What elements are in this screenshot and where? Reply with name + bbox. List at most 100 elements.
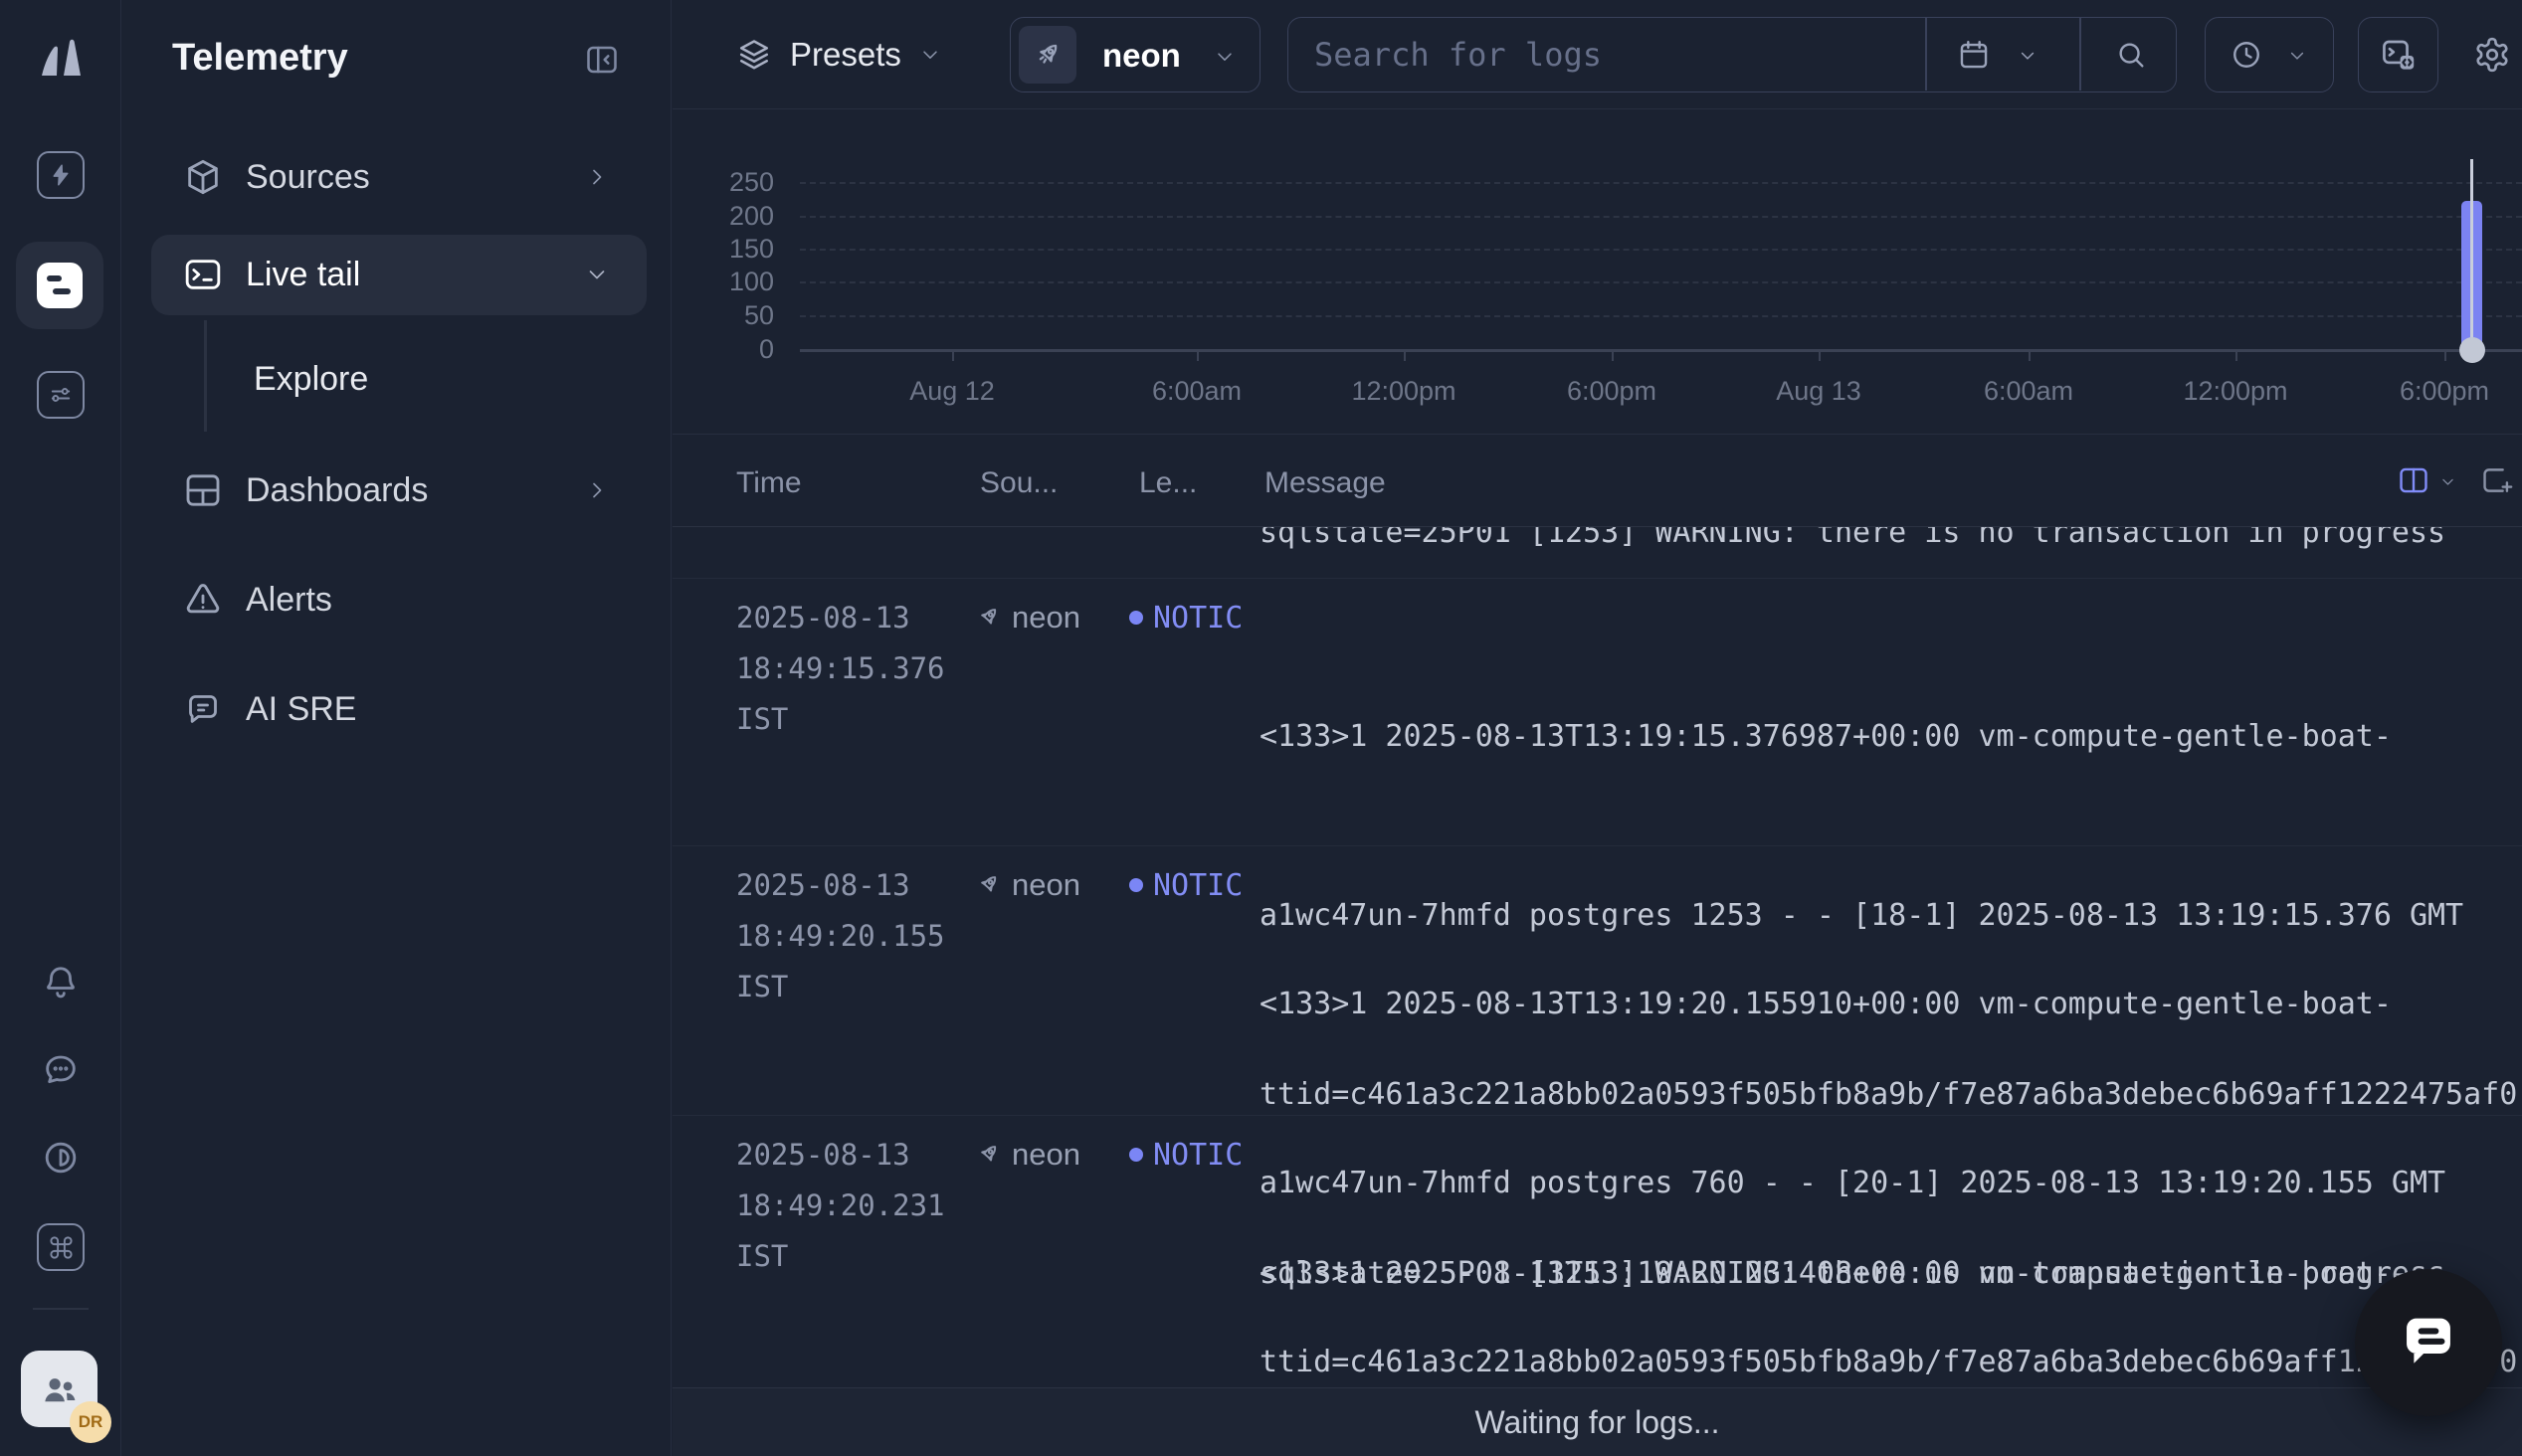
live-cursor-line [2470,159,2473,351]
api-query-button[interactable] [2358,17,2438,92]
sidebar-item-label: Sources [246,158,370,197]
sidebar-item-dashboards[interactable]: Dashboards [121,458,672,522]
status-bar: Waiting for logs... [673,1387,2522,1456]
divider [2079,18,2081,91]
logs-icon [37,263,83,308]
sidebar-item-alerts[interactable]: Alerts [121,568,672,632]
log-time: 2025-08-1318:49:20.155IST [736,860,945,1012]
log-table-header: Time Sou... Le... Message [673,435,2522,527]
sidebar-item-live-tail[interactable]: Live tail [151,235,647,315]
app-logo-icon [28,26,92,90]
log-level: NOTIC [1129,865,1243,905]
column-header-level[interactable]: Le... [1139,466,1197,500]
log-volume-chart[interactable]: 250 200 150 100 50 0 Aug 12 6:00am 12:00… [673,109,2522,435]
chevron-down-icon[interactable] [2018,46,2037,66]
source-chip [1019,26,1076,84]
lightning-icon [48,162,74,188]
divider [1925,18,1927,91]
log-level: NOTIC [1129,1135,1243,1175]
y-axis-tick: 100 [673,267,774,296]
chat-bubble-icon [2390,1304,2467,1381]
app-window: DR Telemetry Sources Live tail Explore [0,0,2522,1456]
sidebar-item-ai-sre[interactable]: AI SRE [121,677,672,741]
log-source: neon [974,1135,1080,1175]
x-axis-tick-mark [1819,351,1821,361]
terminal-icon [183,255,223,294]
column-header-message[interactable]: Message [1264,466,1386,500]
gridline [800,216,2522,218]
add-column-icon[interactable] [2480,463,2514,497]
message-square-icon [183,689,223,729]
rocket-icon [974,1141,1002,1169]
search-icon[interactable] [2114,38,2148,72]
main-content: Presets neon [673,0,2522,1456]
level-dot [1129,878,1143,892]
x-axis-tick: 6:00pm [1567,376,1656,407]
source-selector-value: neon [1102,37,1181,75]
x-axis-tick: 12:00pm [1351,376,1455,407]
support-chat-button[interactable] [2355,1269,2502,1416]
chat-feedback-icon[interactable] [41,1049,81,1089]
x-axis-tick-mark [1404,351,1406,361]
log-message: <133>1 2025-08-13T13:19:20.231408+00:00 … [1260,1125,2522,1387]
bell-icon[interactable] [41,963,81,1002]
keyboard-shortcuts-button[interactable] [37,1223,85,1271]
calendar-icon[interactable] [1957,38,1991,72]
chevron-right-icon [585,478,609,502]
users-icon [39,1368,81,1410]
waiting-status-text: Waiting for logs... [1474,1404,1719,1441]
chevron-down-icon [585,263,609,286]
log-row-clipped[interactable]: sqlstate=25P01 [1253] WARNING: there is … [673,527,2522,579]
clock-icon [2230,38,2263,72]
x-axis-tick: 6:00pm [2400,376,2489,407]
x-axis-tick-mark [1612,351,1614,361]
x-axis-tick: 6:00am [1152,376,1242,407]
cube-icon [183,157,223,197]
log-row[interactable]: 2025-08-1318:49:20.155IST neon NOTIC <13… [673,846,2522,1116]
sidebar-item-label: AI SRE [246,690,356,729]
events-nav-button[interactable] [37,151,85,199]
live-cursor-handle[interactable] [2459,337,2485,363]
log-time: 2025-08-1318:49:20.231IST [736,1130,945,1282]
theme-contrast-icon[interactable] [41,1138,81,1178]
time-range-dropdown[interactable] [2205,17,2334,92]
collapse-sidebar-icon[interactable] [584,42,620,78]
chevron-down-icon[interactable] [2439,473,2456,490]
columns-layout-icon[interactable] [2397,463,2430,497]
chevron-down-icon [919,44,941,66]
sidebar-item-sources[interactable]: Sources [121,145,672,209]
settings-nav-button[interactable] [37,371,85,419]
log-list: sqlstate=25P01 [1253] WARNING: there is … [673,527,2522,1387]
alert-triangle-icon [183,580,223,620]
gear-icon[interactable] [2473,36,2511,74]
gridline [800,315,2522,317]
x-axis-tick-mark [1197,351,1199,361]
log-row[interactable]: 2025-08-1318:49:20.231IST neon NOTIC <13… [673,1116,2522,1384]
source-selector-dropdown[interactable]: neon [1010,17,1261,92]
log-level: NOTIC [1129,598,1243,637]
presets-dropdown[interactable]: Presets [736,30,941,80]
column-header-source[interactable]: Sou... [980,466,1058,500]
y-axis-tick: 200 [673,201,774,231]
log-time: 2025-08-1318:49:15.376IST [736,593,945,745]
level-dot [1129,1148,1143,1162]
icon-rail: DR [0,0,121,1456]
y-axis-tick: 50 [673,300,774,330]
page-title: Telemetry [172,37,348,80]
column-header-time[interactable]: Time [736,466,802,500]
user-initials-badge[interactable]: DR [70,1401,111,1443]
log-row[interactable]: 2025-08-1318:49:15.376IST neon NOTIC <13… [673,579,2522,846]
presets-label: Presets [790,36,901,74]
search-input[interactable] [1314,20,1891,90]
sidebar-item-label: Live tail [246,256,360,294]
y-axis-tick: 250 [673,167,774,197]
sidebar-item-explore[interactable]: Explore [254,360,368,399]
x-axis-tick-mark [952,351,954,361]
y-axis-tick: 0 [673,334,774,364]
logs-nav-button[interactable] [16,242,103,329]
chevron-down-icon [1214,46,1236,68]
topbar: Presets neon [673,0,2522,109]
rail-divider [33,1308,89,1310]
sliders-icon [47,381,75,409]
y-axis-tick: 150 [673,234,774,264]
